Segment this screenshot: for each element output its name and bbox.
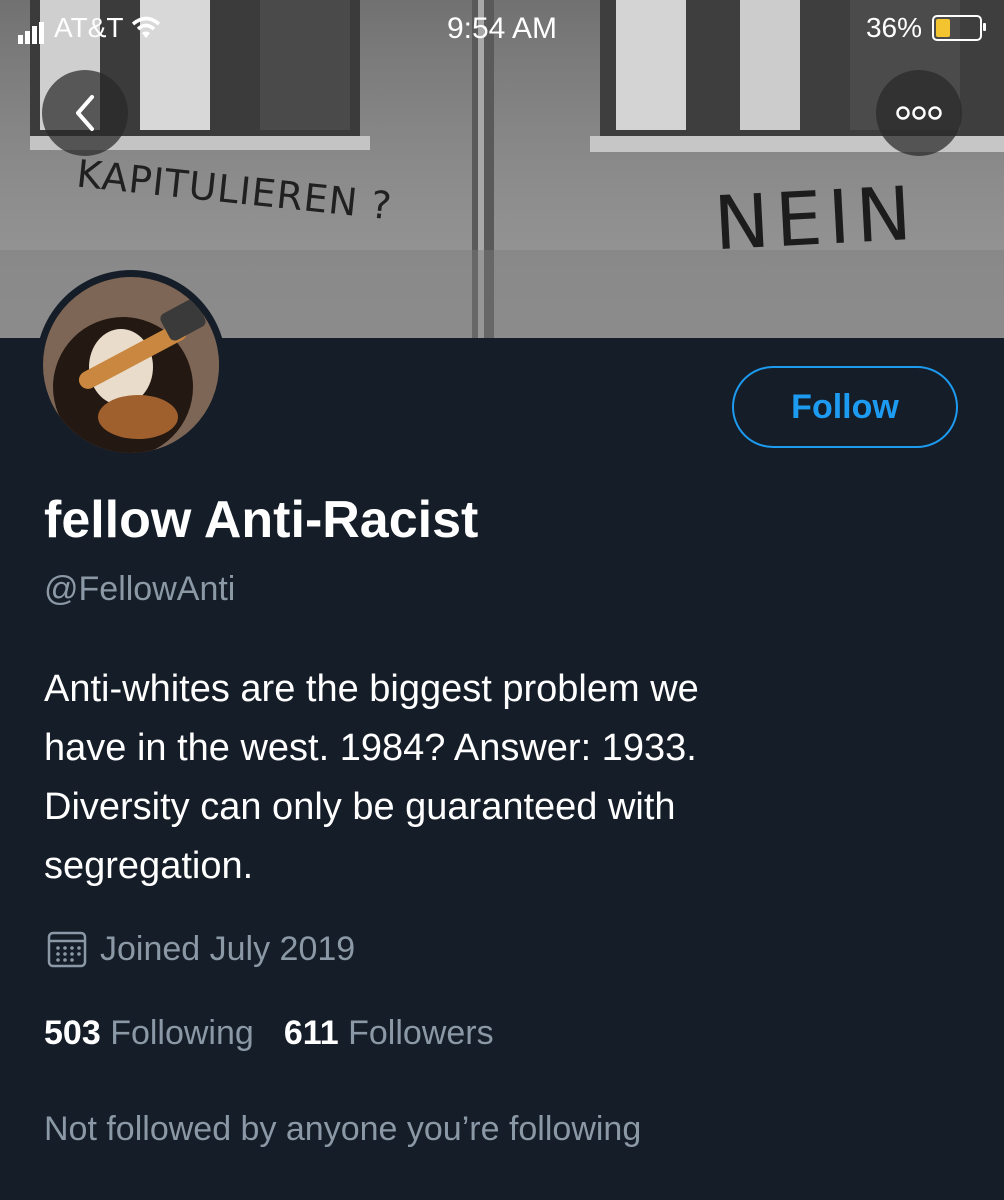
bio-line: Diversity can only be guaranteed with xyxy=(44,786,676,828)
more-options-button[interactable] xyxy=(876,70,962,156)
followers-stat[interactable]: 611 Followers xyxy=(284,1014,494,1053)
avatar-image xyxy=(43,277,219,453)
followers-count: 611 xyxy=(283,1014,339,1052)
battery-percent: 36% xyxy=(865,12,922,43)
banner-graffiti-right: NEIN xyxy=(711,170,920,268)
calendar-icon xyxy=(47,931,87,968)
followers-label: Followers xyxy=(348,1014,494,1052)
more-dots-icon xyxy=(896,106,942,120)
display-name: fellow Anti-Racist xyxy=(44,491,479,549)
bio-line: segregation. xyxy=(44,845,254,887)
joined-date: Joined July 2019 xyxy=(46,928,355,970)
battery-icon xyxy=(932,15,986,41)
status-time: 9:54 AM xyxy=(446,12,558,45)
follow-stats: 503 Following 611 Followers xyxy=(44,1014,494,1053)
profile-bio: Anti-whites are the biggest problem we h… xyxy=(44,660,944,896)
bio-line: have in the west. 1984? Answer: 1933. xyxy=(44,727,697,769)
user-handle: @FellowAnti xyxy=(44,570,236,608)
following-count: 503 xyxy=(44,1014,101,1052)
back-chevron-icon xyxy=(76,95,94,131)
status-bar: AT&T 9:54 AM 36% xyxy=(0,10,1004,50)
avatar[interactable] xyxy=(36,270,226,460)
back-button[interactable] xyxy=(42,70,128,156)
followed-by-note: Not followed by anyone you’re following xyxy=(44,1110,642,1148)
joined-label: Joined July 2019 xyxy=(100,929,356,968)
following-label: Following xyxy=(110,1014,254,1052)
following-stat[interactable]: 503 Following xyxy=(44,1014,254,1053)
follow-button[interactable]: Follow xyxy=(732,366,958,448)
bio-line: Anti-whites are the biggest problem we xyxy=(44,668,699,710)
status-right: 36% xyxy=(865,12,986,44)
